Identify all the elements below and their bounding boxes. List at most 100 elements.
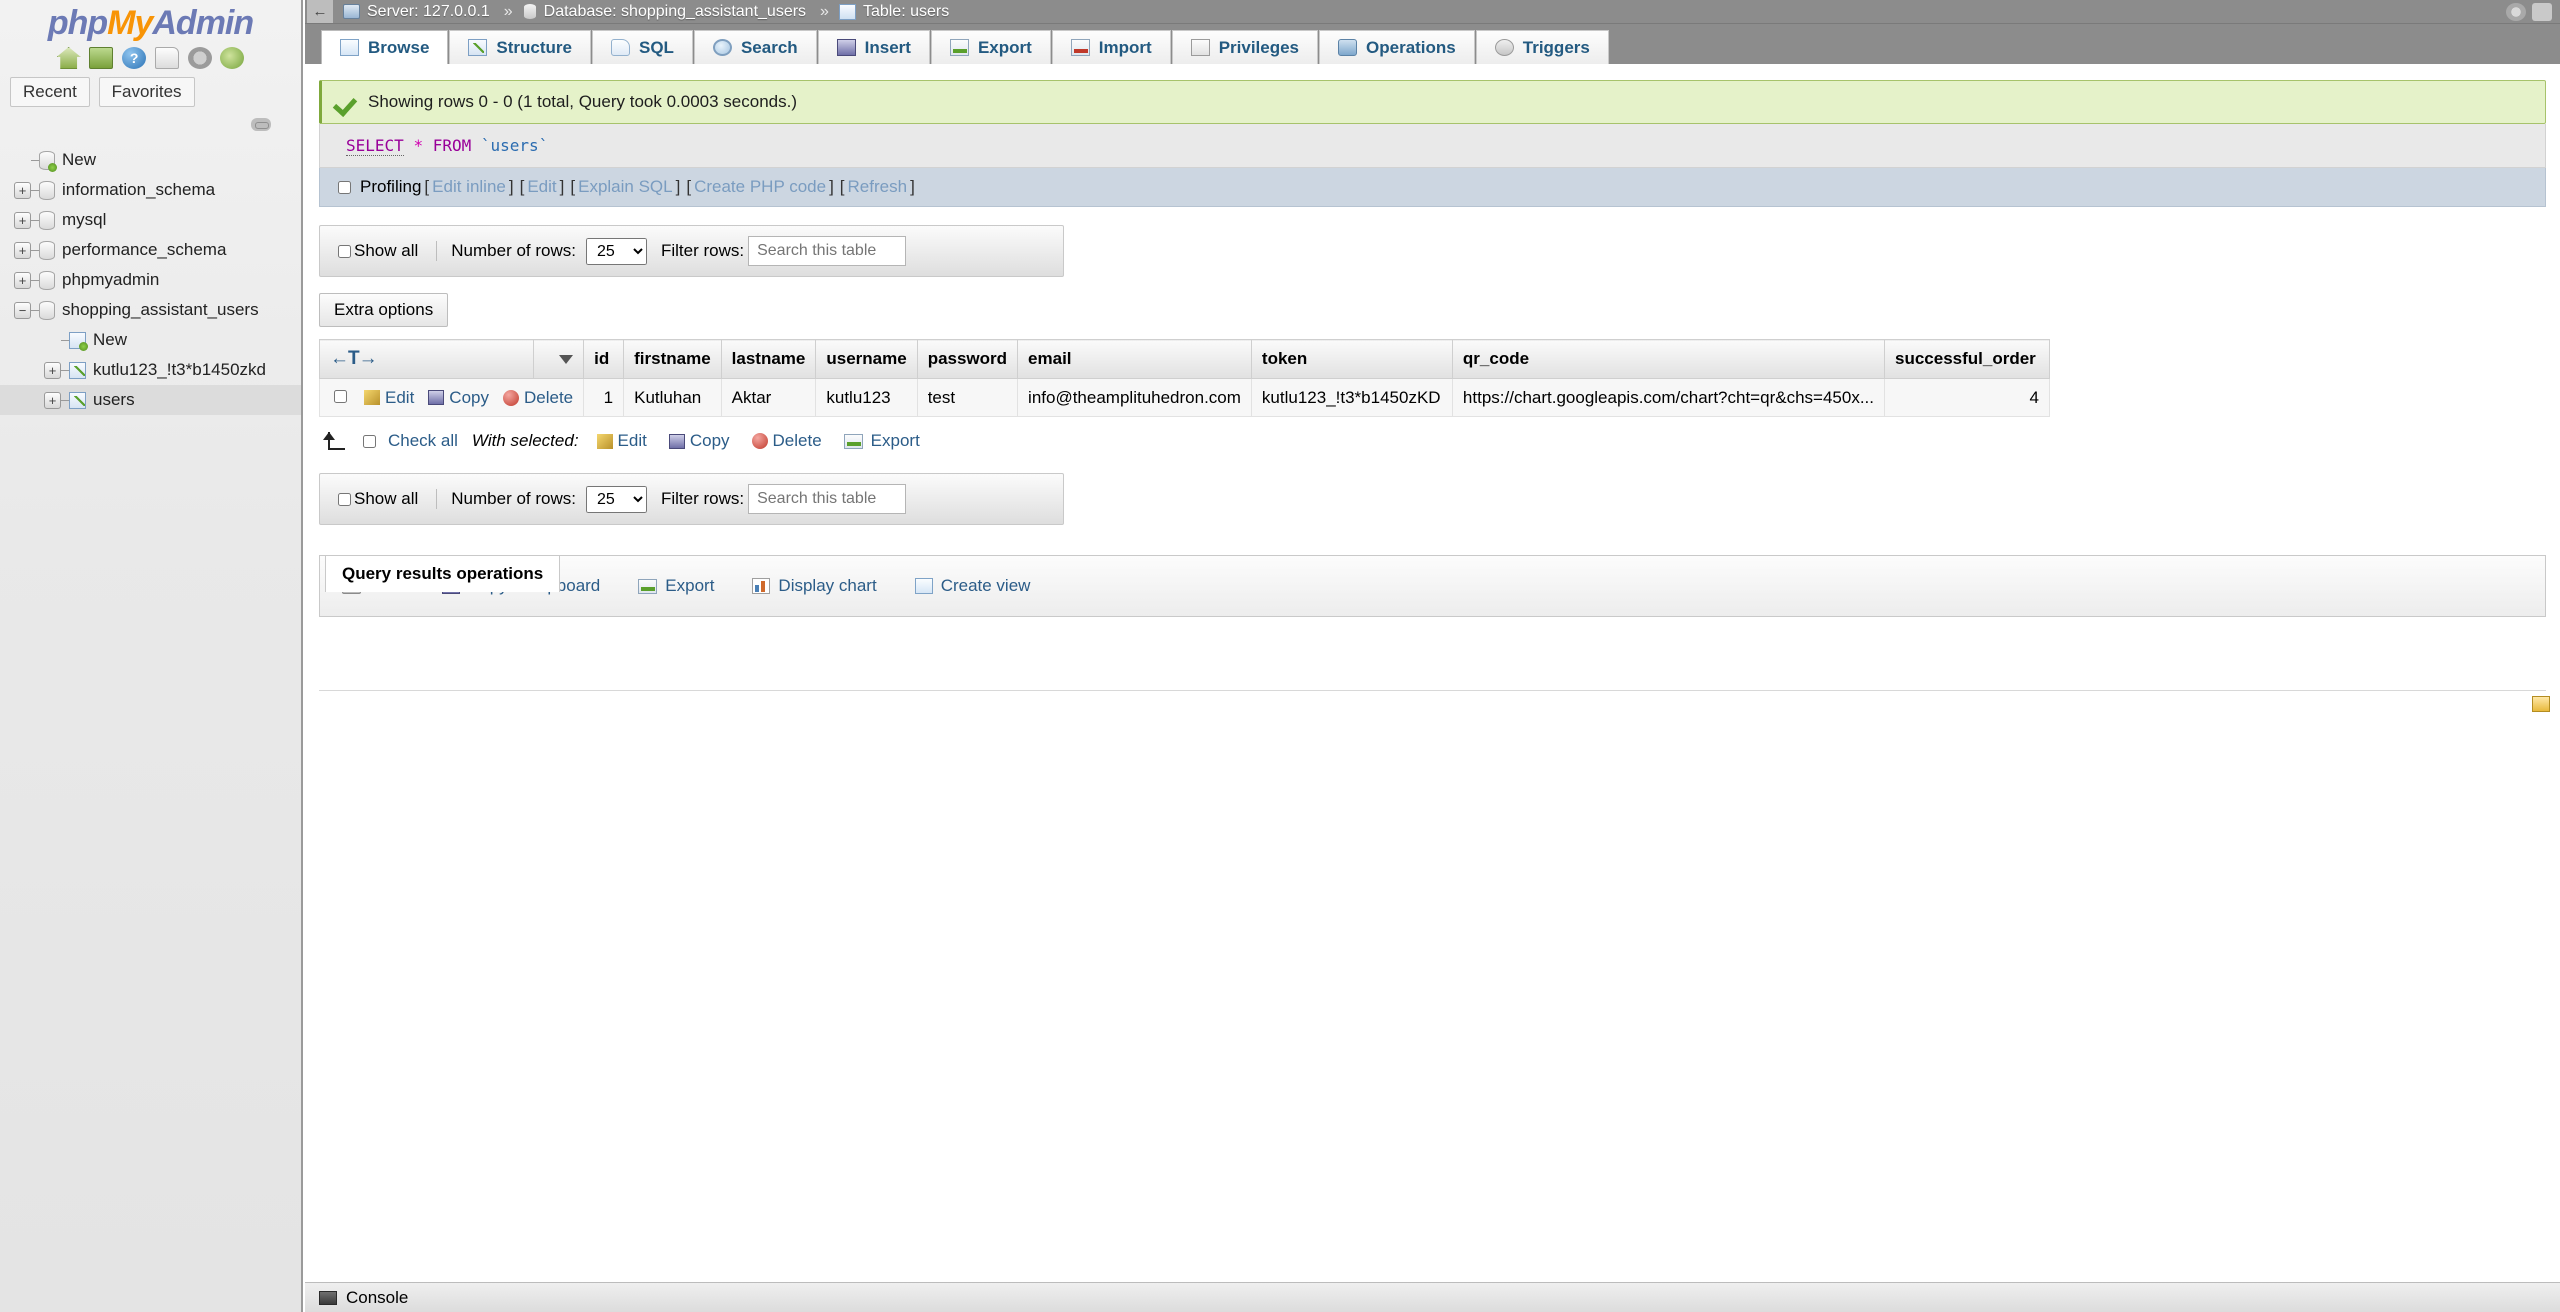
filter-rows-input-bottom[interactable]	[748, 484, 907, 514]
tab-sql[interactable]: SQL	[592, 30, 693, 64]
bracket: ]	[675, 177, 681, 196]
settings-icon[interactable]	[2506, 2, 2526, 21]
expand-icon[interactable]: +	[14, 181, 31, 199]
row-copy-action[interactable]: Copy	[428, 388, 489, 407]
tab-import[interactable]: Import	[1051, 30, 1171, 64]
with-selected-copy[interactable]: Copy	[668, 431, 730, 451]
filter-rows-input-top[interactable]	[748, 236, 907, 266]
scroll-marker-icon[interactable]	[2532, 696, 2550, 712]
collapse-icon[interactable]: −	[14, 301, 31, 319]
number-of-rows-select-top[interactable]: 2550100250500	[585, 237, 647, 265]
tree-item-mysql[interactable]: + mysql	[0, 205, 301, 235]
reload-icon[interactable]	[220, 47, 245, 69]
select-all-arrow-icon[interactable]	[319, 432, 345, 450]
sql-query-display[interactable]: SELECT * FROM `users`	[319, 124, 2546, 168]
tree-item-kutlu123-t3-b1450zkd[interactable]: + kutlu123_!t3*b1450zkd	[0, 355, 301, 385]
with-selected-export[interactable]: Export	[843, 431, 920, 451]
tab-operations[interactable]: Operations	[1319, 30, 1475, 64]
profiling-label: Profiling	[360, 177, 422, 196]
tab-insert[interactable]: Insert	[817, 30, 930, 64]
check-all-label[interactable]: Check all	[388, 431, 458, 451]
cell-token[interactable]: kutlu123_!t3*b1450zKD	[1250, 378, 1453, 417]
export-operation[interactable]: Export	[638, 576, 714, 596]
help-icon[interactable]: ?	[122, 47, 147, 69]
column-header-token[interactable]: token	[1250, 339, 1453, 379]
row-checkbox[interactable]	[334, 390, 347, 403]
back-arrow-icon[interactable]: ←	[307, 0, 333, 23]
docs-icon[interactable]	[154, 47, 179, 69]
cell-email[interactable]: info@theamplituhedron.com	[1017, 378, 1252, 417]
cell-qr_code[interactable]: https://chart.googleapis.com/chart?cht=q…	[1451, 378, 1886, 417]
column-header-qr_code[interactable]: qr_code	[1451, 339, 1886, 379]
export-icon	[949, 39, 969, 56]
tree-item-new[interactable]: New	[0, 145, 301, 175]
profiling-link-edit-inline[interactable]: Edit inline	[432, 177, 506, 196]
tab-triggers[interactable]: Triggers	[1475, 30, 1609, 64]
recent-tab[interactable]: Recent	[10, 77, 90, 107]
expand-icon[interactable]: +	[14, 271, 31, 289]
tab-structure[interactable]: Structure	[449, 30, 591, 64]
home-icon[interactable]	[56, 47, 81, 69]
column-header-lastname[interactable]: lastname	[720, 339, 817, 379]
show-all-checkbox-bottom[interactable]	[338, 492, 351, 506]
console-bar[interactable]: Console	[305, 1282, 2560, 1312]
column-header-firstname[interactable]: firstname	[623, 339, 722, 379]
show-all-checkbox-top[interactable]	[338, 244, 351, 258]
breadcrumb-item-table[interactable]: Table: users	[838, 3, 949, 21]
tree-item-shopping-assistant-users[interactable]: − shopping_assistant_users	[0, 295, 301, 325]
expand-icon[interactable]: +	[44, 361, 61, 379]
tab-privileges[interactable]: Privileges	[1171, 30, 1319, 64]
cell-lastname[interactable]: Aktar	[720, 378, 817, 417]
tree-item-new[interactable]: New	[0, 325, 301, 355]
profiling-checkbox[interactable]	[338, 180, 351, 194]
tree-item-information-schema[interactable]: + information_schema	[0, 175, 301, 205]
column-header-successful_order[interactable]: successful_order	[1884, 339, 2050, 379]
cell-successful_order[interactable]: 4	[1884, 378, 2050, 417]
profiling-link-edit[interactable]: Edit	[527, 177, 556, 196]
delete-icon	[751, 433, 768, 449]
breadcrumb-item-database[interactable]: Database: shopping_assistant_users	[522, 3, 806, 21]
favorites-tab[interactable]: Favorites	[98, 77, 195, 107]
cell-username[interactable]: kutlu123	[815, 378, 918, 417]
phpmyadmin-logo[interactable]: phpMyAdmin	[0, 0, 301, 43]
tab-search[interactable]: Search	[693, 30, 817, 64]
row-delete-action[interactable]: Delete	[502, 388, 573, 407]
column-header-password[interactable]: password	[916, 339, 1019, 379]
profiling-link-create-php-code[interactable]: Create PHP code	[694, 177, 826, 196]
link-with-main-panel-icon[interactable]	[251, 118, 271, 131]
move-columns-icon[interactable]: ←T→	[330, 348, 378, 369]
with-selected-delete[interactable]: Delete	[751, 431, 822, 451]
create-view-operation[interactable]: Create view	[914, 576, 1030, 596]
cell-id[interactable]: 1	[583, 378, 625, 417]
expand-icon[interactable]: +	[14, 241, 31, 259]
settings-icon[interactable]	[187, 47, 212, 69]
check-all-checkbox[interactable]	[363, 434, 376, 448]
results-table-head: ←T→ id firstname lastname username password e…	[319, 339, 2050, 379]
exit-icon[interactable]	[89, 47, 114, 69]
tab-export[interactable]: Export	[930, 30, 1051, 64]
number-of-rows-select-bottom[interactable]: 2550100250500	[585, 485, 647, 513]
copy-icon	[668, 433, 685, 449]
expand-icon[interactable]: +	[14, 211, 31, 229]
tree-item-users[interactable]: + users	[0, 385, 301, 415]
documentation-icon[interactable]	[2532, 2, 2552, 21]
tab-label: Import	[1098, 37, 1152, 57]
breadcrumb-item-server[interactable]: Server: 127.0.0.1	[343, 3, 490, 21]
extra-options-button[interactable]: Extra options	[319, 293, 449, 327]
pencil-icon	[596, 433, 613, 449]
cell-password[interactable]: test	[916, 378, 1019, 417]
tree-item-phpmyadmin[interactable]: + phpmyadmin	[0, 265, 301, 295]
tab-browse[interactable]: Browse	[321, 30, 449, 64]
expand-icon[interactable]: +	[44, 391, 61, 409]
sort-indicator-header[interactable]	[532, 339, 585, 379]
with-selected-edit[interactable]: Edit	[596, 431, 647, 451]
display-chart-operation[interactable]: Display chart	[752, 576, 877, 596]
column-header-username[interactable]: username	[815, 339, 918, 379]
profiling-link-explain-sql[interactable]: Explain SQL	[578, 177, 673, 196]
profiling-link-refresh[interactable]: Refresh	[848, 177, 908, 196]
tree-item-performance-schema[interactable]: + performance_schema	[0, 235, 301, 265]
column-header-email[interactable]: email	[1017, 339, 1252, 379]
column-header-id[interactable]: id	[583, 339, 625, 379]
row-edit-action[interactable]: Edit	[364, 388, 414, 407]
cell-firstname[interactable]: Kutluhan	[623, 378, 722, 417]
